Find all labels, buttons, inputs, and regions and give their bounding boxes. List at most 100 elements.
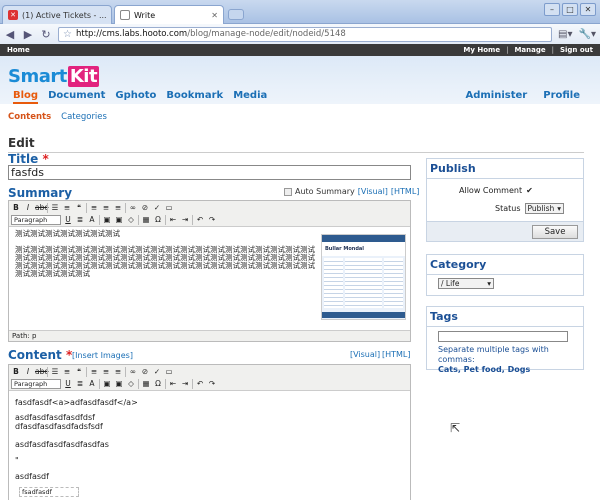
outdent-icon[interactable]: ⇤ [168,215,178,225]
close-window-icon[interactable]: ✕ [580,3,596,16]
underline-icon[interactable]: U [63,215,73,225]
justify-icon[interactable]: ≣ [75,379,85,389]
redo-icon[interactable]: ↷ [207,215,217,225]
format-select[interactable]: Paragraph [11,379,61,389]
category-panel: Category / Life ▾ [426,254,584,296]
italic-icon[interactable]: I [23,367,33,377]
bullet-list-icon[interactable]: ☰ [50,367,60,377]
browser-tab-write[interactable]: Write ✕ [114,5,224,24]
underline-icon[interactable]: U [63,379,73,389]
special-char-icon[interactable]: Ω [153,215,163,225]
nav-administer[interactable]: Administer [465,90,527,101]
spellcheck-icon[interactable]: ✓ [152,367,162,377]
bold-icon[interactable]: B [11,203,21,213]
fullscreen-icon[interactable]: ▭ [164,367,174,377]
close-tab-icon[interactable]: ✕ [211,11,218,20]
unlink-icon[interactable]: ⊘ [140,203,150,213]
summary-visual-link[interactable]: [Visual] [358,187,388,196]
paste-word-icon[interactable]: ▣ [114,215,124,225]
media-icon[interactable]: ▦ [141,379,151,389]
numbered-list-icon[interactable]: ≡ [62,367,72,377]
content-line: " [15,456,19,465]
content-editor[interactable]: B I abc ☰ ≡ ❝ ≡ ≡ ≡ ∞ ⊘ ✓ ▭ Paragraph U … [8,364,411,500]
undo-icon[interactable]: ↶ [195,379,205,389]
content-body[interactable]: fasdfasdf<a>adfasdfasdf</a> asdfasdfasdf… [9,391,410,484]
content-html-link[interactable]: [HTML] [382,350,411,359]
nav-bookmark[interactable]: Bookmark [166,90,223,104]
blockquote-icon[interactable]: ❝ [74,203,84,213]
outdent-icon[interactable]: ⇤ [168,379,178,389]
undo-icon[interactable]: ↶ [195,215,205,225]
browser-tab-active-tickets[interactable]: ✕ (1) Active Tickets - ... ✕ [2,5,112,24]
indent-icon[interactable]: ⇥ [180,215,190,225]
align-right-icon[interactable]: ≡ [113,203,123,213]
new-tab-button[interactable] [228,9,244,20]
align-center-icon[interactable]: ≡ [101,367,111,377]
redo-icon[interactable]: ↷ [207,379,217,389]
wrench-icon[interactable]: 🔧▾ [579,29,596,40]
page-menu-icon[interactable]: ▤▾ [558,29,572,40]
sign-out-link[interactable]: Sign out [560,46,593,54]
allow-comment-checkbox[interactable]: ✔ [526,186,533,195]
fullscreen-icon[interactable]: ▭ [164,203,174,213]
category-select[interactable]: / Life ▾ [438,278,494,289]
maximize-icon[interactable]: □ [562,3,578,16]
bookmark-star-icon[interactable]: ☆ [63,29,72,40]
spellcheck-icon[interactable]: ✓ [152,203,162,213]
embedded-screenshot-image[interactable]: Bullar Mondal [321,234,406,320]
special-char-icon[interactable]: Ω [153,379,163,389]
content-visual-link[interactable]: [Visual] [350,350,380,359]
subnav-contents[interactable]: Contents [8,112,51,122]
unlink-icon[interactable]: ⊘ [140,367,150,377]
title-field[interactable]: fasfds [8,165,411,180]
strikethrough-icon[interactable]: abc [35,367,48,377]
auto-summary-checkbox[interactable] [284,187,292,196]
smartkit-logo[interactable]: Smart Kit [8,66,100,87]
align-center-icon[interactable]: ≡ [101,203,111,213]
status-select[interactable]: Publish ▾ [524,203,564,214]
link-icon[interactable]: ∞ [128,367,138,377]
nav-gphoto[interactable]: Gphoto [115,90,156,104]
tags-input[interactable] [438,331,568,342]
remove-format-icon[interactable]: ◇ [126,379,136,389]
forward-arrow-icon[interactable]: ▶ [22,28,34,41]
close-tab-icon[interactable]: ✕ [111,11,112,20]
minimize-icon[interactable]: – [544,3,560,16]
nav-profile[interactable]: Profile [543,90,580,101]
italic-icon[interactable]: I [23,203,33,213]
link-icon[interactable]: ∞ [128,203,138,213]
indent-icon[interactable]: ⇥ [180,379,190,389]
format-select[interactable]: Paragraph [11,215,61,225]
home-link[interactable]: Home [7,46,30,54]
text-color-icon[interactable]: A [87,379,97,389]
numbered-list-icon[interactable]: ≡ [62,203,72,213]
back-arrow-icon[interactable]: ◀ [4,28,16,41]
subnav-categories[interactable]: Categories [61,112,107,122]
bold-icon[interactable]: B [11,367,21,377]
paste-word-icon[interactable]: ▣ [114,379,124,389]
my-home-link[interactable]: My Home [463,46,500,54]
insert-images-link[interactable]: [Insert Images] [72,351,133,360]
remove-format-icon[interactable]: ◇ [126,215,136,225]
align-right-icon[interactable]: ≡ [113,367,123,377]
paste-text-icon[interactable]: ▣ [102,215,112,225]
reload-icon[interactable]: ↻ [40,28,52,41]
url-host: http://cms.labs.hooto.com [75,29,188,39]
strikethrough-icon[interactable]: abc [35,203,48,213]
nav-media[interactable]: Media [233,90,267,104]
justify-icon[interactable]: ≣ [75,215,85,225]
summary-editor[interactable]: B I abc ☰ ≡ ❝ ≡ ≡ ≡ ∞ ⊘ ✓ ▭ Paragraph U … [8,200,411,342]
manage-link[interactable]: Manage [514,46,545,54]
media-icon[interactable]: ▦ [141,215,151,225]
align-left-icon[interactable]: ≡ [89,203,99,213]
save-button[interactable]: Save [532,225,578,239]
blockquote-icon[interactable]: ❝ [74,367,84,377]
nav-blog[interactable]: Blog [13,90,39,104]
summary-html-link[interactable]: [HTML] [391,187,420,196]
align-left-icon[interactable]: ≡ [89,367,99,377]
address-bar[interactable]: ☆ http://cms.labs.hooto.com/blog/manage-… [58,26,553,42]
bullet-list-icon[interactable]: ☰ [50,203,60,213]
paste-text-icon[interactable]: ▣ [102,379,112,389]
text-color-icon[interactable]: A [87,215,97,225]
nav-document[interactable]: Document [48,90,105,104]
